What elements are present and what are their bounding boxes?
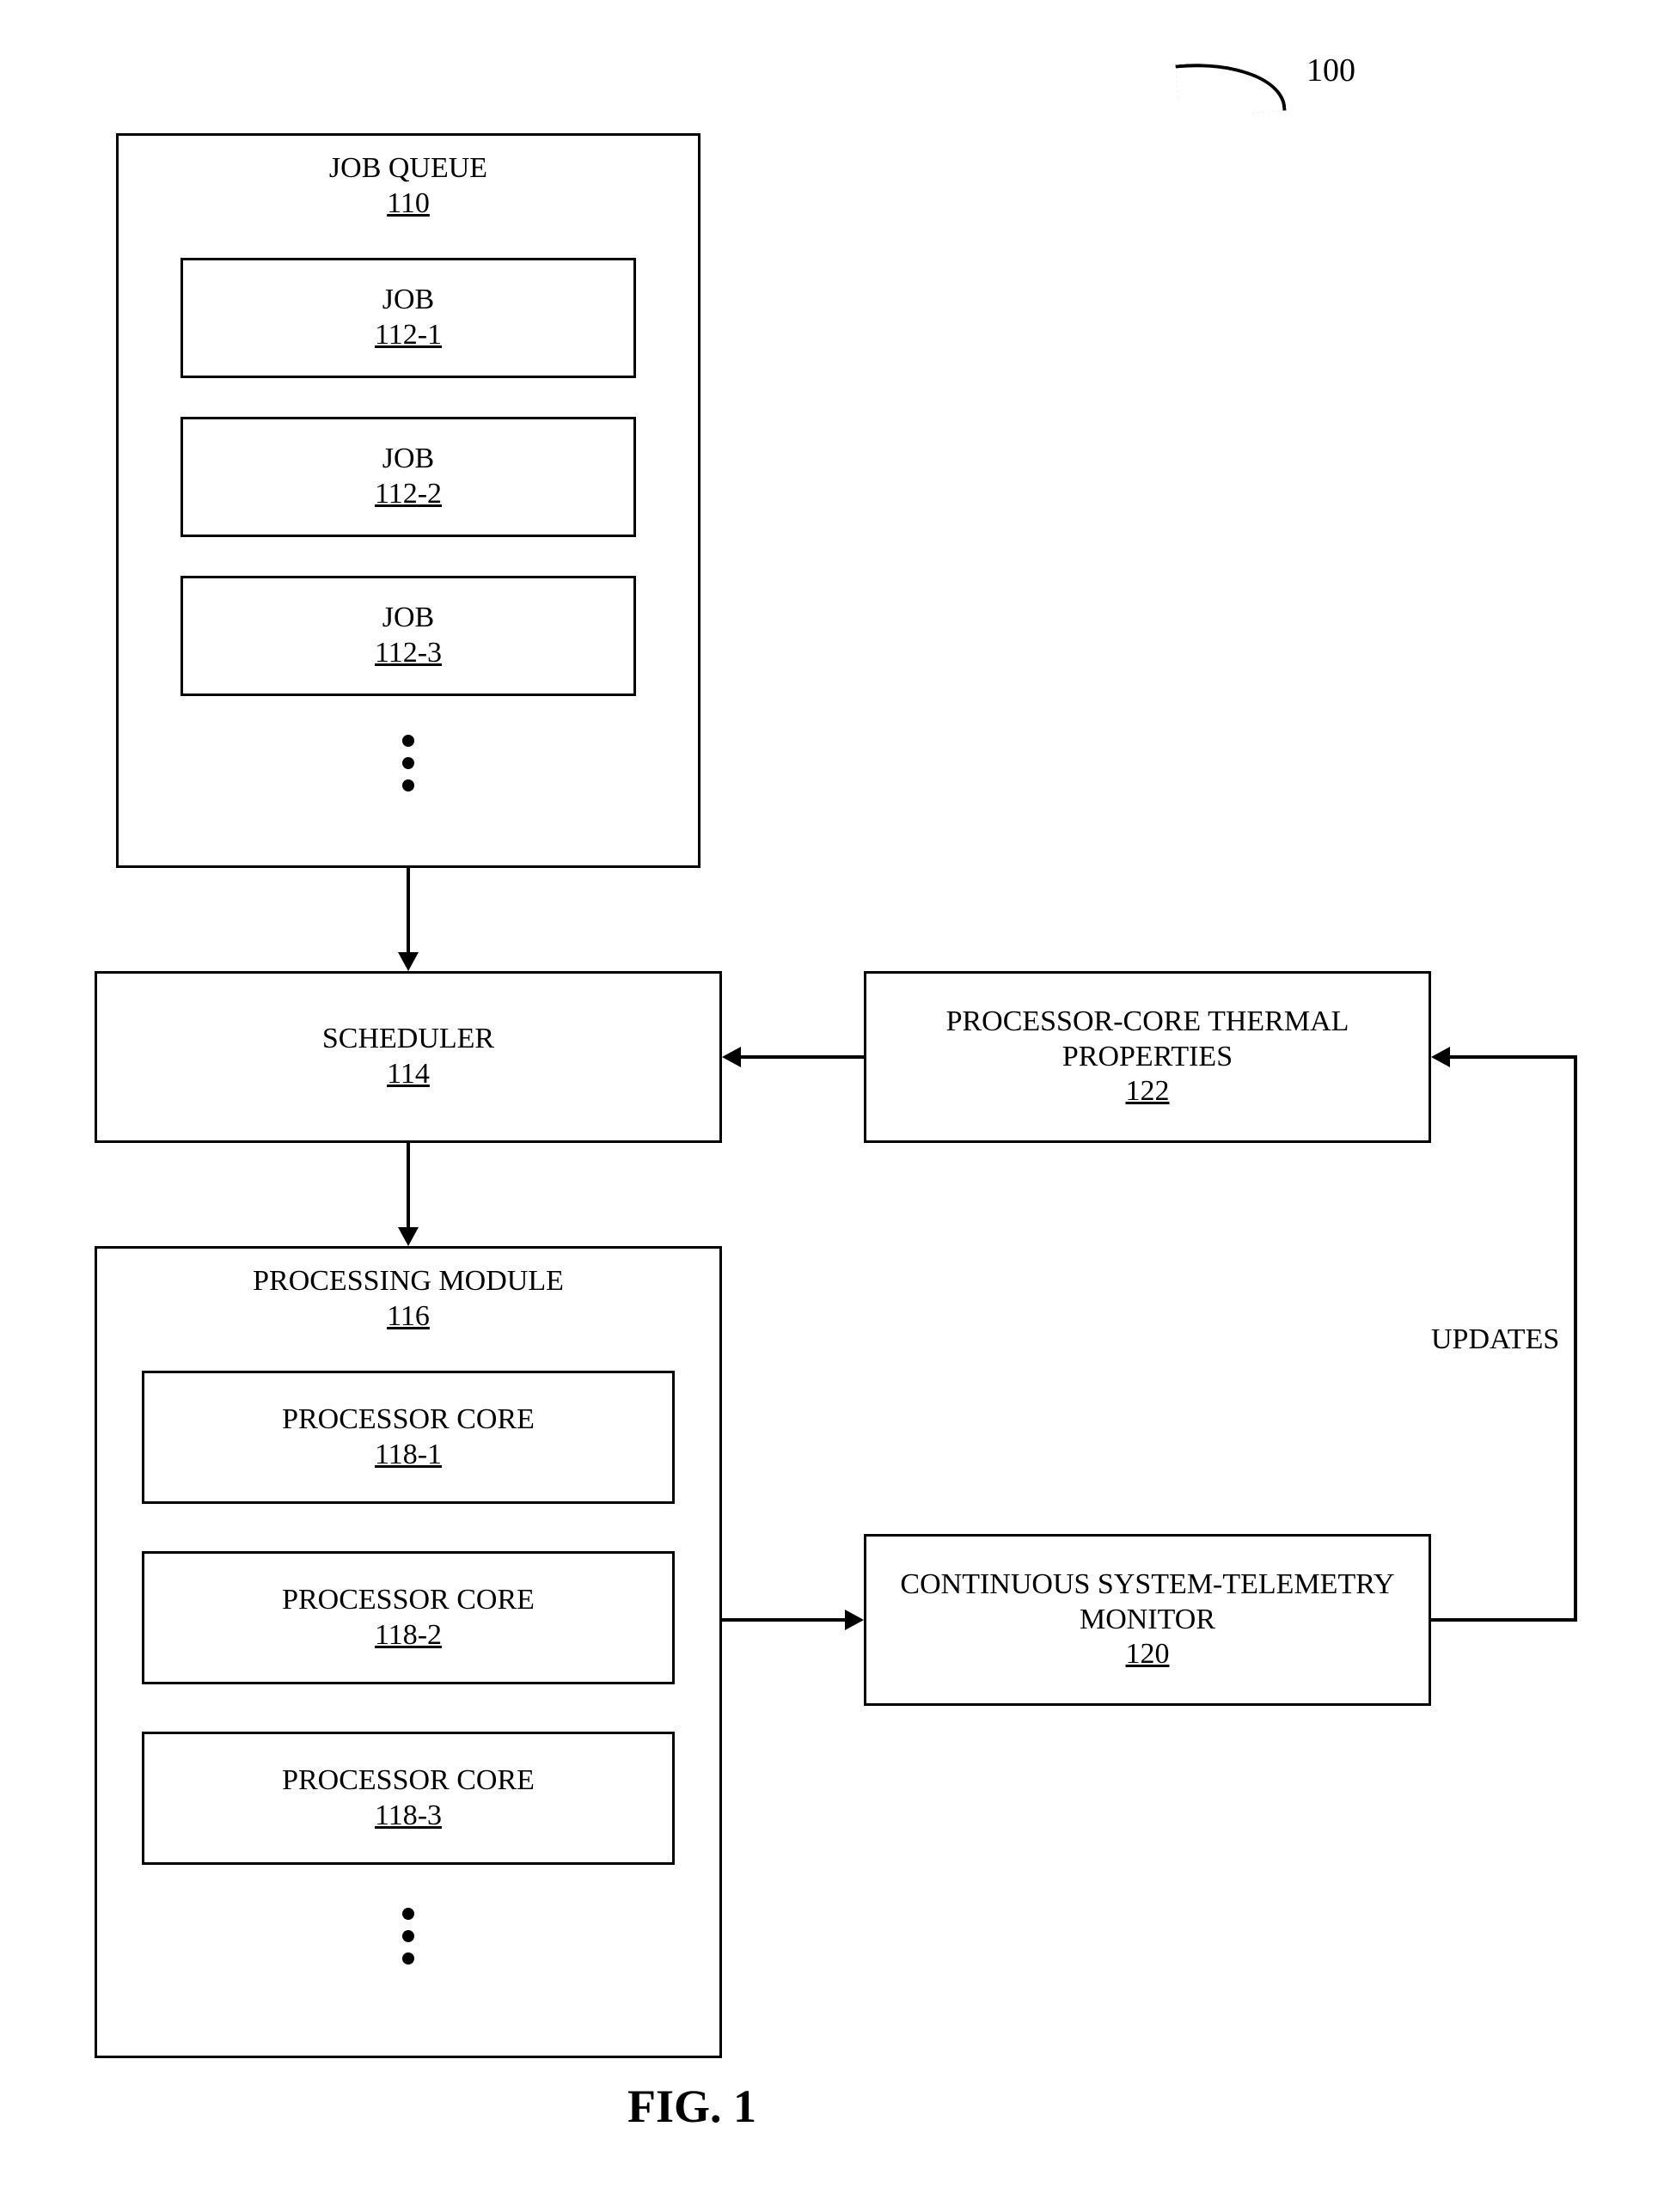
ellipsis-dot [402, 1930, 414, 1942]
ellipsis-dot [402, 757, 414, 769]
ellipsis-dot [402, 1908, 414, 1920]
job-queue-title: JOB QUEUE [329, 151, 487, 186]
processor-core-1-ref: 118-1 [375, 1438, 442, 1473]
job-1-ref: 112-1 [375, 318, 442, 353]
processor-core-2-title: PROCESSOR CORE [282, 1583, 535, 1618]
job-1-box: JOB 112-1 [180, 258, 636, 378]
arrow-updates-head [1431, 1047, 1450, 1067]
job-queue-header: JOB QUEUE 110 [119, 151, 698, 222]
arrow-updates-h2 [1450, 1055, 1577, 1059]
scheduler-title: SCHEDULER [322, 1022, 494, 1057]
figure-id-text: 100 [1306, 52, 1355, 89]
figure-id-arc [1175, 56, 1286, 120]
processing-module-title: PROCESSING MODULE [253, 1264, 564, 1299]
ellipsis-dot [402, 1952, 414, 1965]
figure-caption: FIG. 1 [627, 2080, 756, 2133]
updates-label: UPDATES [1431, 1323, 1559, 1356]
job-queue-ref: 110 [387, 186, 430, 222]
scheduler-box: SCHEDULER 114 [95, 971, 722, 1143]
telemetry-monitor-ref: 120 [1126, 1637, 1170, 1672]
job-2-ref: 112-2 [375, 477, 442, 512]
telemetry-monitor-title: CONTINUOUS SYSTEM-TELEMETRY MONITOR [884, 1567, 1411, 1638]
job-2-box: JOB 112-2 [180, 417, 636, 537]
processor-core-2-ref: 118-2 [375, 1618, 442, 1653]
telemetry-monitor-box: CONTINUOUS SYSTEM-TELEMETRY MONITOR 120 [864, 1534, 1431, 1706]
arrow-updates-v [1574, 1057, 1577, 1622]
job-2-title: JOB [382, 442, 434, 477]
processing-module-header: PROCESSING MODULE 116 [97, 1264, 719, 1335]
arrow-processing-telemetry-head [845, 1610, 864, 1630]
processor-core-3-title: PROCESSOR CORE [282, 1763, 535, 1799]
arrow-scheduler-processing-line [407, 1143, 410, 1229]
arrow-updates-h1 [1431, 1618, 1577, 1622]
thermal-properties-title: PROCESSOR-CORE THERMAL PROPERTIES [884, 1005, 1411, 1075]
arrow-jobqueue-scheduler-line [407, 868, 410, 954]
processing-module-ellipsis [402, 1908, 414, 1965]
scheduler-ref: 114 [387, 1057, 430, 1092]
job-3-ref: 112-3 [375, 636, 442, 671]
processing-module-ref: 116 [387, 1299, 430, 1335]
job-1-title: JOB [382, 283, 434, 318]
processor-core-2-box: PROCESSOR CORE 118-2 [142, 1551, 675, 1684]
job-queue-ellipsis [402, 735, 414, 791]
arrow-processing-telemetry-line [722, 1618, 847, 1622]
arrow-thermal-scheduler-head [722, 1047, 741, 1067]
thermal-properties-ref: 122 [1126, 1074, 1170, 1109]
arrow-scheduler-processing-head [398, 1227, 419, 1246]
processor-core-1-box: PROCESSOR CORE 118-1 [142, 1371, 675, 1504]
processor-core-3-ref: 118-3 [375, 1799, 442, 1834]
arrow-jobqueue-scheduler-head [398, 952, 419, 971]
processor-core-1-title: PROCESSOR CORE [282, 1402, 535, 1438]
arrow-thermal-scheduler-line [741, 1055, 864, 1059]
ellipsis-dot [402, 779, 414, 791]
processor-core-3-box: PROCESSOR CORE 118-3 [142, 1732, 675, 1865]
diagram-canvas: 100 JOB QUEUE 110 JOB 112-1 JOB 112-2 JO… [0, 0, 1658, 2212]
job-3-title: JOB [382, 601, 434, 636]
job-3-box: JOB 112-3 [180, 576, 636, 696]
thermal-properties-box: PROCESSOR-CORE THERMAL PROPERTIES 122 [864, 971, 1431, 1143]
ellipsis-dot [402, 735, 414, 747]
